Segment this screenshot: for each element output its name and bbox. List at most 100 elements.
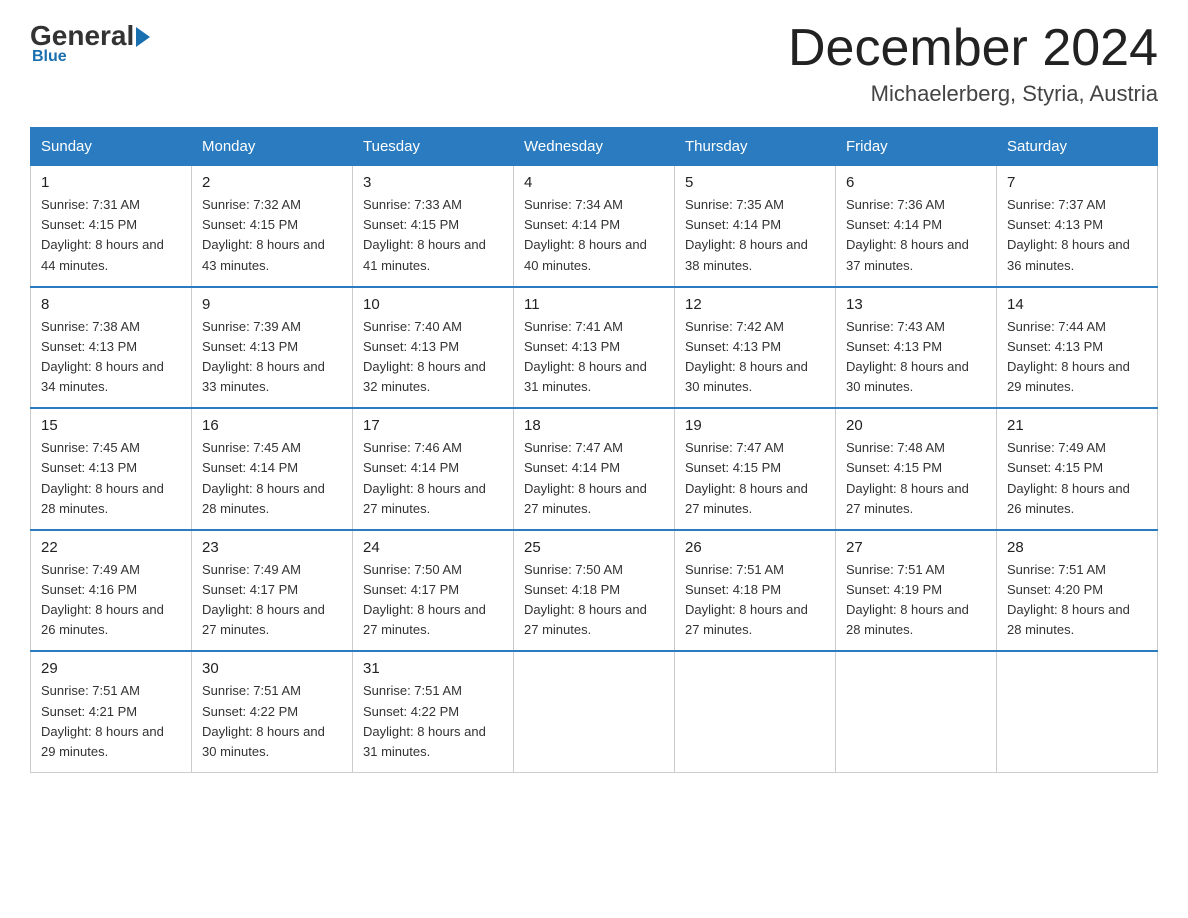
day-number: 28 — [1007, 539, 1147, 556]
day-info: Sunrise: 7:43 AMSunset: 4:13 PMDaylight:… — [846, 317, 986, 398]
day-number: 23 — [202, 539, 342, 556]
calendar-header-row: Sunday Monday Tuesday Wednesday Thursday… — [31, 128, 1158, 166]
day-info: Sunrise: 7:49 AMSunset: 4:16 PMDaylight:… — [41, 560, 181, 641]
table-row — [514, 651, 675, 772]
day-number: 19 — [685, 417, 825, 434]
day-number: 20 — [846, 417, 986, 434]
col-header-tuesday: Tuesday — [353, 128, 514, 166]
table-row: 24 Sunrise: 7:50 AMSunset: 4:17 PMDaylig… — [353, 530, 514, 652]
table-row: 17 Sunrise: 7:46 AMSunset: 4:14 PMDaylig… — [353, 408, 514, 530]
day-number: 4 — [524, 174, 664, 191]
day-number: 14 — [1007, 296, 1147, 313]
day-number: 26 — [685, 539, 825, 556]
calendar-week-row: 22 Sunrise: 7:49 AMSunset: 4:16 PMDaylig… — [31, 530, 1158, 652]
day-number: 17 — [363, 417, 503, 434]
table-row: 8 Sunrise: 7:38 AMSunset: 4:13 PMDayligh… — [31, 287, 192, 409]
day-info: Sunrise: 7:40 AMSunset: 4:13 PMDaylight:… — [363, 317, 503, 398]
table-row: 15 Sunrise: 7:45 AMSunset: 4:13 PMDaylig… — [31, 408, 192, 530]
table-row: 18 Sunrise: 7:47 AMSunset: 4:14 PMDaylig… — [514, 408, 675, 530]
day-number: 31 — [363, 660, 503, 677]
day-number: 30 — [202, 660, 342, 677]
calendar-table: Sunday Monday Tuesday Wednesday Thursday… — [30, 127, 1158, 773]
day-number: 11 — [524, 296, 664, 313]
table-row: 28 Sunrise: 7:51 AMSunset: 4:20 PMDaylig… — [997, 530, 1158, 652]
day-info: Sunrise: 7:47 AMSunset: 4:15 PMDaylight:… — [685, 438, 825, 519]
day-info: Sunrise: 7:32 AMSunset: 4:15 PMDaylight:… — [202, 195, 342, 276]
day-number: 29 — [41, 660, 181, 677]
calendar-week-row: 15 Sunrise: 7:45 AMSunset: 4:13 PMDaylig… — [31, 408, 1158, 530]
table-row: 20 Sunrise: 7:48 AMSunset: 4:15 PMDaylig… — [836, 408, 997, 530]
day-info: Sunrise: 7:51 AMSunset: 4:19 PMDaylight:… — [846, 560, 986, 641]
day-number: 2 — [202, 174, 342, 191]
day-info: Sunrise: 7:38 AMSunset: 4:13 PMDaylight:… — [41, 317, 181, 398]
table-row: 31 Sunrise: 7:51 AMSunset: 4:22 PMDaylig… — [353, 651, 514, 772]
day-info: Sunrise: 7:50 AMSunset: 4:18 PMDaylight:… — [524, 560, 664, 641]
day-info: Sunrise: 7:39 AMSunset: 4:13 PMDaylight:… — [202, 317, 342, 398]
col-header-sunday: Sunday — [31, 128, 192, 166]
day-number: 3 — [363, 174, 503, 191]
day-info: Sunrise: 7:51 AMSunset: 4:18 PMDaylight:… — [685, 560, 825, 641]
table-row: 5 Sunrise: 7:35 AMSunset: 4:14 PMDayligh… — [675, 166, 836, 287]
day-info: Sunrise: 7:50 AMSunset: 4:17 PMDaylight:… — [363, 560, 503, 641]
calendar-week-row: 1 Sunrise: 7:31 AMSunset: 4:15 PMDayligh… — [31, 166, 1158, 287]
table-row: 10 Sunrise: 7:40 AMSunset: 4:13 PMDaylig… — [353, 287, 514, 409]
table-row: 11 Sunrise: 7:41 AMSunset: 4:13 PMDaylig… — [514, 287, 675, 409]
day-info: Sunrise: 7:31 AMSunset: 4:15 PMDaylight:… — [41, 195, 181, 276]
title-area: December 2024 Michaelerberg, Styria, Aus… — [788, 20, 1158, 107]
table-row: 3 Sunrise: 7:33 AMSunset: 4:15 PMDayligh… — [353, 166, 514, 287]
table-row: 30 Sunrise: 7:51 AMSunset: 4:22 PMDaylig… — [192, 651, 353, 772]
day-info: Sunrise: 7:37 AMSunset: 4:13 PMDaylight:… — [1007, 195, 1147, 276]
day-info: Sunrise: 7:42 AMSunset: 4:13 PMDaylight:… — [685, 317, 825, 398]
day-info: Sunrise: 7:51 AMSunset: 4:22 PMDaylight:… — [202, 681, 342, 762]
day-info: Sunrise: 7:33 AMSunset: 4:15 PMDaylight:… — [363, 195, 503, 276]
day-number: 6 — [846, 174, 986, 191]
table-row: 26 Sunrise: 7:51 AMSunset: 4:18 PMDaylig… — [675, 530, 836, 652]
table-row: 4 Sunrise: 7:34 AMSunset: 4:14 PMDayligh… — [514, 166, 675, 287]
col-header-wednesday: Wednesday — [514, 128, 675, 166]
logo-blue-text: Blue — [32, 48, 150, 66]
day-info: Sunrise: 7:46 AMSunset: 4:14 PMDaylight:… — [363, 438, 503, 519]
table-row: 16 Sunrise: 7:45 AMSunset: 4:14 PMDaylig… — [192, 408, 353, 530]
day-info: Sunrise: 7:51 AMSunset: 4:21 PMDaylight:… — [41, 681, 181, 762]
table-row: 19 Sunrise: 7:47 AMSunset: 4:15 PMDaylig… — [675, 408, 836, 530]
table-row: 6 Sunrise: 7:36 AMSunset: 4:14 PMDayligh… — [836, 166, 997, 287]
day-info: Sunrise: 7:41 AMSunset: 4:13 PMDaylight:… — [524, 317, 664, 398]
table-row: 22 Sunrise: 7:49 AMSunset: 4:16 PMDaylig… — [31, 530, 192, 652]
table-row — [675, 651, 836, 772]
day-number: 13 — [846, 296, 986, 313]
day-info: Sunrise: 7:51 AMSunset: 4:20 PMDaylight:… — [1007, 560, 1147, 641]
day-number: 12 — [685, 296, 825, 313]
calendar-week-row: 29 Sunrise: 7:51 AMSunset: 4:21 PMDaylig… — [31, 651, 1158, 772]
day-number: 25 — [524, 539, 664, 556]
table-row: 27 Sunrise: 7:51 AMSunset: 4:19 PMDaylig… — [836, 530, 997, 652]
day-number: 9 — [202, 296, 342, 313]
col-header-thursday: Thursday — [675, 128, 836, 166]
table-row: 1 Sunrise: 7:31 AMSunset: 4:15 PMDayligh… — [31, 166, 192, 287]
table-row — [836, 651, 997, 772]
table-row: 25 Sunrise: 7:50 AMSunset: 4:18 PMDaylig… — [514, 530, 675, 652]
day-number: 7 — [1007, 174, 1147, 191]
day-number: 10 — [363, 296, 503, 313]
day-number: 18 — [524, 417, 664, 434]
table-row: 23 Sunrise: 7:49 AMSunset: 4:17 PMDaylig… — [192, 530, 353, 652]
table-row: 7 Sunrise: 7:37 AMSunset: 4:13 PMDayligh… — [997, 166, 1158, 287]
day-number: 22 — [41, 539, 181, 556]
day-info: Sunrise: 7:44 AMSunset: 4:13 PMDaylight:… — [1007, 317, 1147, 398]
day-number: 8 — [41, 296, 181, 313]
day-number: 24 — [363, 539, 503, 556]
table-row: 13 Sunrise: 7:43 AMSunset: 4:13 PMDaylig… — [836, 287, 997, 409]
table-row: 21 Sunrise: 7:49 AMSunset: 4:15 PMDaylig… — [997, 408, 1158, 530]
day-number: 27 — [846, 539, 986, 556]
day-number: 1 — [41, 174, 181, 191]
day-number: 21 — [1007, 417, 1147, 434]
table-row: 9 Sunrise: 7:39 AMSunset: 4:13 PMDayligh… — [192, 287, 353, 409]
day-info: Sunrise: 7:49 AMSunset: 4:15 PMDaylight:… — [1007, 438, 1147, 519]
day-info: Sunrise: 7:36 AMSunset: 4:14 PMDaylight:… — [846, 195, 986, 276]
day-info: Sunrise: 7:48 AMSunset: 4:15 PMDaylight:… — [846, 438, 986, 519]
day-number: 5 — [685, 174, 825, 191]
day-info: Sunrise: 7:49 AMSunset: 4:17 PMDaylight:… — [202, 560, 342, 641]
col-header-saturday: Saturday — [997, 128, 1158, 166]
day-info: Sunrise: 7:47 AMSunset: 4:14 PMDaylight:… — [524, 438, 664, 519]
table-row: 12 Sunrise: 7:42 AMSunset: 4:13 PMDaylig… — [675, 287, 836, 409]
day-info: Sunrise: 7:45 AMSunset: 4:13 PMDaylight:… — [41, 438, 181, 519]
